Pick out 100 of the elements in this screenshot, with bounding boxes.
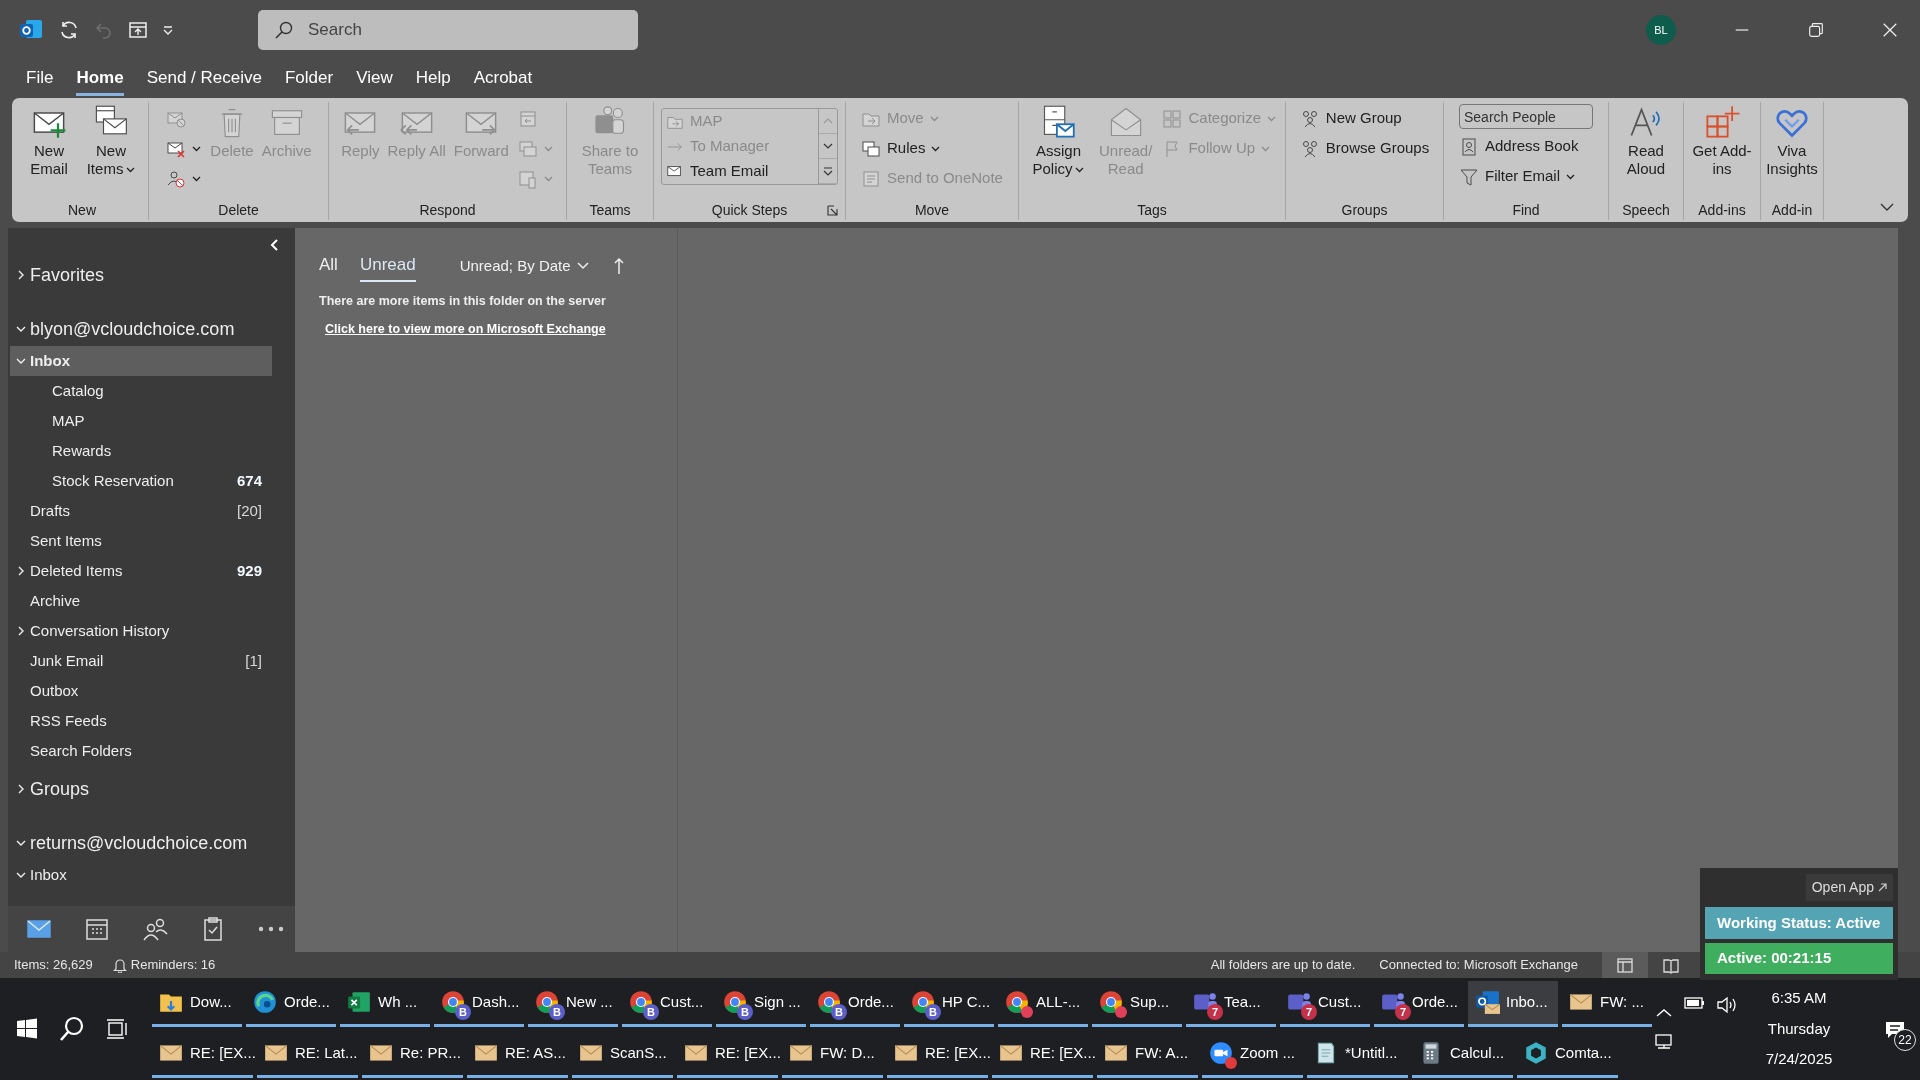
refresh-icon[interactable] — [58, 19, 80, 41]
window-icon[interactable] — [128, 20, 148, 40]
task-view-icon[interactable] — [104, 1017, 129, 1041]
menu-tab[interactable]: Acrobat — [473, 61, 533, 97]
caret-icon[interactable] — [192, 145, 202, 152]
chevron-icon[interactable] — [16, 356, 26, 366]
taskbar-app[interactable]: Re: PR... — [362, 1031, 463, 1078]
caret-icon[interactable] — [931, 145, 941, 152]
search-box[interactable]: Search — [258, 10, 638, 50]
folder-item[interactable]: Inbox — [10, 860, 272, 890]
caret-up-icon[interactable] — [1655, 1008, 1673, 1018]
folder-item[interactable]: Conversation History — [10, 616, 272, 646]
folder-item[interactable]: RSS Feeds — [10, 706, 272, 736]
chevron-icon[interactable] — [16, 270, 26, 280]
close-icon[interactable] — [1881, 21, 1899, 39]
taskbar-app[interactable]: Orde... — [246, 980, 336, 1027]
taskbar-app[interactable]: Wh ... — [340, 980, 430, 1027]
caret-icon[interactable] — [126, 167, 136, 174]
collapse-pane-icon[interactable] — [269, 238, 279, 252]
folder-item[interactable]: MAP — [10, 406, 272, 436]
start-icon[interactable] — [15, 1017, 40, 1041]
folder-item[interactable]: Junk Email [1] — [10, 646, 272, 676]
taskbar-app[interactable]: Sup... — [1092, 980, 1182, 1027]
account-header[interactable]: returns@vcloudchoice.com — [10, 826, 280, 860]
taskbar-app[interactable]: Comta... — [1517, 1031, 1618, 1078]
menu-tab[interactable]: Send / Receive — [146, 61, 262, 97]
rules-button[interactable]: Rules — [857, 134, 1007, 163]
open-app-button[interactable]: Open App — [1805, 874, 1893, 901]
restore-icon[interactable] — [1807, 21, 1825, 39]
taskbar-app[interactable]: B Cust... — [622, 980, 712, 1027]
taskbar-app[interactable]: B Sign ... — [716, 980, 806, 1027]
taskbar-app[interactable]: B Orde... — [810, 980, 900, 1027]
search-icon[interactable] — [58, 1015, 86, 1043]
clock-time[interactable]: 6:35 AM — [1744, 987, 1854, 1010]
taskbar-app[interactable]: 7 Tea... — [1186, 980, 1276, 1027]
folder-item[interactable]: Stock Reservation 674 — [10, 466, 272, 496]
caret-icon[interactable] — [1566, 173, 1575, 180]
taskbar-app[interactable]: RE: Lat... — [257, 1031, 358, 1078]
taskbar-app[interactable]: RE: [EX... — [677, 1031, 778, 1078]
chevron-icon[interactable] — [16, 566, 26, 576]
quick-step-item[interactable]: Team Email — [662, 159, 818, 184]
viva-insights-button[interactable]: Viva Insights — [1763, 102, 1821, 180]
monitor-icon[interactable] — [1654, 1032, 1674, 1050]
account-header[interactable]: blyon@vcloudchoice.com — [10, 312, 280, 346]
taskbar-app[interactable]: FW: ... — [1562, 980, 1652, 1027]
exchange-link[interactable]: Click here to view more on Microsoft Exchange — [325, 320, 606, 339]
menu-tab[interactable]: Folder — [284, 61, 334, 97]
customize-caret-icon[interactable] — [162, 25, 174, 35]
more-icon[interactable] — [258, 926, 284, 932]
folder-item[interactable]: Outbox — [10, 676, 272, 706]
filter-tab[interactable]: Unread — [359, 250, 416, 282]
normal-view-button[interactable] — [1602, 952, 1648, 978]
new-items-button[interactable]: New Items — [79, 102, 143, 180]
taskbar-app[interactable]: FW: D... — [782, 1031, 883, 1078]
taskbar-app[interactable]: RE: [EX... — [152, 1031, 253, 1078]
taskbar-app[interactable]: RE: AS... — [467, 1031, 568, 1078]
folder-item[interactable]: Sent Items — [10, 526, 272, 556]
chevron-icon[interactable] — [16, 626, 26, 636]
menu-tab[interactable]: File — [26, 61, 54, 97]
chevron-icon[interactable] — [16, 838, 26, 848]
section-header[interactable]: Favorites — [10, 258, 280, 292]
get-add-ins-button[interactable]: Get Add-ins — [1689, 102, 1755, 180]
dialog-launcher-icon[interactable] — [827, 205, 838, 216]
taskbar-app[interactable]: Inbo... — [1468, 980, 1558, 1027]
taskbar-app[interactable]: Calcul... — [1412, 1031, 1513, 1078]
new-group-button[interactable]: New Group — [1295, 104, 1434, 133]
taskbar-app[interactable]: ScanS... — [572, 1031, 673, 1078]
battery-icon[interactable] — [1684, 996, 1706, 1010]
section-header[interactable]: Groups — [10, 772, 280, 806]
folder-item[interactable]: Catalog — [10, 376, 272, 406]
taskbar-app[interactable]: ALL-... — [998, 980, 1088, 1027]
volume-icon[interactable] — [1716, 996, 1738, 1014]
menu-tab[interactable]: View — [356, 61, 393, 97]
taskbar-app[interactable]: 7 Orde... — [1374, 980, 1464, 1027]
taskbar-app[interactable]: Dow... — [152, 980, 242, 1027]
taskbar-app[interactable]: FW: A... — [1097, 1031, 1198, 1078]
filter-tab[interactable]: All — [319, 250, 338, 282]
chevron-icon[interactable] — [16, 870, 26, 880]
folder-item[interactable]: Rewards — [10, 436, 272, 466]
folder-item[interactable]: Archive — [10, 586, 272, 616]
assign-policy-button[interactable]: Assign Policy — [1024, 102, 1093, 180]
folder-item[interactable]: Inbox — [10, 346, 272, 376]
expand-gallery-icon[interactable] — [822, 166, 834, 176]
taskbar-app[interactable]: Zoom ... — [1202, 1031, 1303, 1078]
menu-tab[interactable]: Help — [415, 61, 451, 97]
sort-arrow-icon[interactable] — [612, 256, 625, 275]
taskbar-app[interactable]: RE: [EX... — [887, 1031, 988, 1078]
taskbar-app[interactable]: 7 Cust... — [1280, 980, 1370, 1027]
search-people-field[interactable]: Search People — [1459, 104, 1593, 129]
new-email-button[interactable]: New Email — [21, 102, 78, 180]
folder-item[interactable]: Drafts [20] — [10, 496, 272, 526]
folder-item[interactable]: Deleted Items 929 — [10, 556, 272, 586]
sort-dropdown[interactable]: Unread; By Date — [459, 254, 589, 277]
taskbar-app[interactable]: *Untitl... — [1307, 1031, 1408, 1078]
chevron-icon[interactable] — [16, 324, 26, 334]
collapse-ribbon-icon[interactable] — [1880, 203, 1894, 212]
address-book-button[interactable]: Address Book — [1455, 132, 1597, 161]
search-field[interactable]: Search — [306, 11, 622, 49]
caret-icon[interactable] — [1075, 167, 1085, 174]
chevron-icon[interactable] — [16, 784, 26, 794]
